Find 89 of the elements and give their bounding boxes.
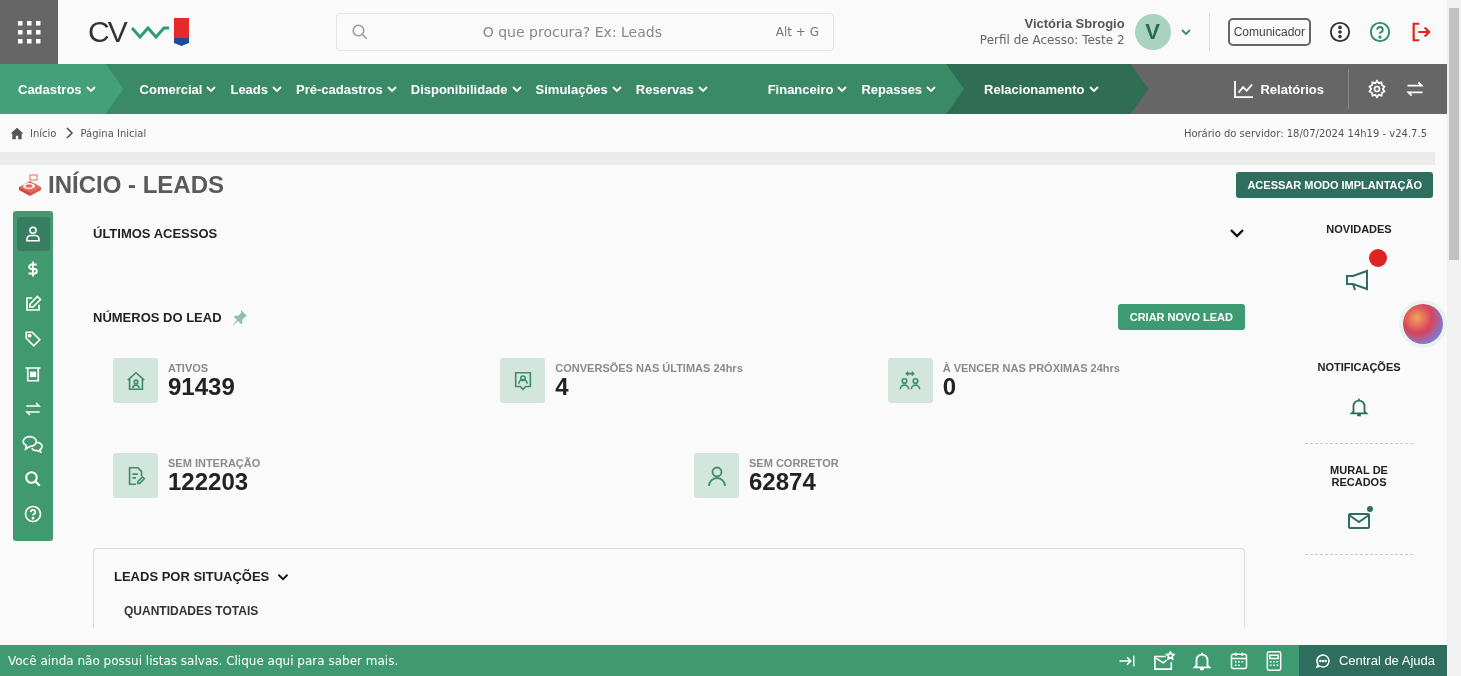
calculator-icon[interactable] — [1264, 650, 1283, 671]
chevron-down-icon[interactable] — [1229, 228, 1245, 238]
breadcrumb-link[interactable]: Página Inicial — [80, 127, 147, 139]
mail-star-icon[interactable] — [1152, 650, 1175, 671]
card-title: LEADS POR SITUAÇÕES — [114, 569, 270, 584]
transfer-icon[interactable] — [1405, 79, 1425, 99]
help-icon — [24, 505, 42, 523]
chevron-right-icon — [66, 127, 75, 139]
stat-value: 0 — [942, 373, 957, 400]
logo-wave-icon — [129, 24, 170, 40]
more-options-icon[interactable] — [1329, 21, 1351, 43]
settings-icon[interactable] — [1367, 79, 1387, 99]
breadcrumb-link[interactable]: Início — [30, 127, 57, 139]
chevron-down-icon — [611, 85, 622, 93]
edit-icon — [24, 295, 42, 313]
access-profile: Perfil de Acesso: Teste 2 — [979, 32, 1125, 48]
stat-value: 62874 — [749, 468, 817, 495]
toolbar-button[interactable] — [16, 217, 50, 251]
nav-menu-item[interactable]: Disponibilidade — [410, 81, 522, 97]
calendar-icon[interactable] — [1228, 650, 1249, 671]
stat-label: ATIVOS — [168, 361, 210, 374]
search-input[interactable]: O que procura? Ex: Leads — [379, 23, 766, 41]
grid-icon — [17, 20, 41, 44]
chevron-down-icon — [1088, 85, 1099, 93]
user-avatar[interactable]: V — [1134, 14, 1171, 50]
panel-label: NOTIFICAÇÕES — [1316, 361, 1402, 373]
status-message-link[interactable]: Você ainda não possui listas salvas. Clique aqui para saber mais. — [0, 653, 399, 668]
chevron-down-icon[interactable] — [277, 572, 290, 581]
chevron-down-icon — [926, 85, 937, 93]
transfer-icon — [24, 400, 42, 418]
apps-menu-button[interactable] — [0, 0, 58, 64]
stat-value: 122203 — [168, 468, 249, 495]
communicator-button[interactable]: Comunicador — [1227, 18, 1311, 46]
help-center-button[interactable]: Central de Ajuda — [1298, 645, 1447, 676]
nav-menu-item[interactable]: Pré-cadastros — [296, 81, 397, 97]
search-icon — [351, 23, 369, 41]
page-title: INÍCIO - LEADS — [48, 171, 224, 199]
stat-label: SEM INTERAÇÃO — [168, 456, 261, 469]
chevron-down-icon — [1180, 28, 1191, 36]
stat-label: CONVERSÕES NAS ÚLTIMAS 24hrs — [555, 361, 743, 374]
pin-icon[interactable] — [231, 309, 248, 325]
home-icon — [10, 126, 24, 140]
create-lead-button[interactable]: CRIAR NOVO LEAD — [1117, 304, 1245, 330]
nav-menu-item[interactable]: Leads — [230, 81, 283, 97]
search-field[interactable]: O que procura? Ex: Leads Alt + G — [336, 13, 834, 51]
user-name: Victória Sbrogio — [1024, 16, 1125, 32]
nav-menu-item[interactable]: Reservas — [635, 81, 708, 97]
chevron-down-icon — [511, 85, 522, 93]
people-exchange-icon — [898, 369, 923, 392]
panel-label: NOVIDADES — [1325, 223, 1393, 235]
server-time: Horário do servidor: 18/07/2024 14h19 - v24.7.5 — [1183, 127, 1427, 139]
stat-label: SEM CORRETOR — [749, 456, 839, 469]
search-icon — [24, 470, 42, 488]
certificate-badge-icon — [173, 18, 189, 46]
chevron-down-icon — [837, 85, 848, 93]
line-chart-icon — [1234, 80, 1255, 98]
chevron-down-icon — [386, 85, 397, 93]
implant-mode-button[interactable]: ACESSAR MODO IMPLANTAÇÃO — [1236, 172, 1433, 198]
chevron-down-icon — [206, 85, 217, 93]
card-subtitle: QUANTIDADES TOTAIS — [124, 604, 260, 618]
chevron-down-icon — [697, 85, 708, 93]
section-title: NÚMEROS DO LEAD — [93, 309, 222, 325]
chevron-down-icon — [272, 85, 283, 93]
tag-icon — [24, 330, 42, 348]
nav-menu-item[interactable]: Simulações — [535, 81, 622, 97]
nav-menu-item[interactable]: Cadastros — [18, 81, 96, 97]
stat-label: À VENCER NAS PRÓXIMAS 24hrs — [942, 361, 1120, 374]
house-icon — [124, 369, 147, 392]
nav-menu-item[interactable]: Comercial — [139, 81, 217, 97]
shortcut-hint: Alt + G — [775, 25, 819, 39]
user-icon — [24, 225, 42, 243]
chat-icon — [22, 435, 44, 453]
panel-label: MURAL DE RECADOS — [1329, 464, 1389, 488]
help-icon[interactable] — [1369, 21, 1391, 43]
stat-value: 4 — [555, 373, 570, 400]
nav-menu-item[interactable]: Repasses — [861, 81, 937, 97]
stat-value: 91439 — [168, 373, 235, 400]
logo: CV — [88, 15, 126, 49]
chat-bubble-icon — [1314, 652, 1331, 669]
nav-menu-item[interactable]: Financeiro — [767, 81, 848, 97]
reports-link[interactable]: Relatórios — [1228, 79, 1330, 99]
scrollbar-thumb[interactable] — [1449, 8, 1459, 260]
nav-menu-item[interactable]: Relacionamento — [984, 81, 1099, 97]
target-icon — [18, 174, 42, 196]
atm-icon — [24, 365, 42, 383]
chevron-down-icon — [85, 85, 96, 93]
assistant-orb-icon[interactable] — [1403, 304, 1443, 344]
envelope-icon[interactable] — [1347, 510, 1371, 530]
section-title: ÚLTIMOS ACESSOS — [93, 225, 218, 241]
